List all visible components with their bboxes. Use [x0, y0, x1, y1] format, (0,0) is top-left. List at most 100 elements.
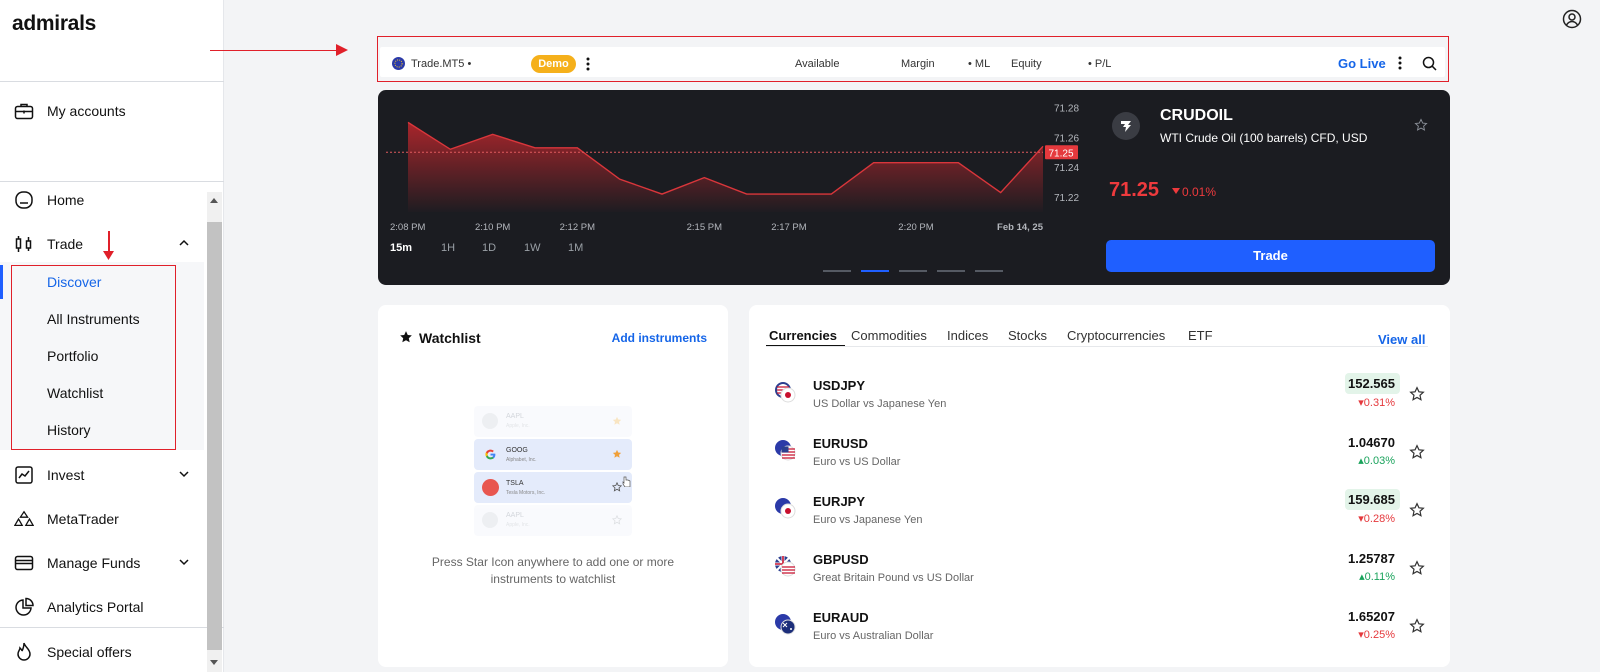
- star-icon[interactable]: [1409, 386, 1425, 402]
- tab-commodities[interactable]: Commodities: [851, 328, 927, 343]
- more-vertical-icon[interactable]: [586, 57, 590, 71]
- price-area: [408, 122, 1043, 212]
- tab-indices[interactable]: Indices: [947, 328, 988, 343]
- preview-ticker: GOOG: [506, 447, 528, 454]
- chevron-up-icon[interactable]: [178, 237, 190, 249]
- preview-company: Alphabet, Inc.: [506, 457, 537, 463]
- search-icon[interactable]: [1422, 56, 1437, 71]
- divider: [0, 81, 224, 82]
- demo-badge: Demo: [531, 55, 576, 73]
- range-15m[interactable]: 15m: [390, 242, 412, 254]
- tesla-logo-icon: [482, 479, 499, 496]
- scroll-up-arrow[interactable]: [210, 198, 218, 203]
- tab-stocks[interactable]: Stocks: [1008, 328, 1047, 343]
- instrument-chart-card: 71.25 71.28 71.26 71.24 71.22 2:08 PM 2:10 PM 2…: [378, 90, 1450, 285]
- change-value: 0.28%: [1363, 513, 1395, 525]
- market-price: 152.565: [1348, 376, 1395, 391]
- sidebar-scrollbar[interactable]: [207, 192, 222, 672]
- tab-currencies[interactable]: Currencies: [769, 328, 837, 343]
- trend-chart-icon: [14, 465, 34, 485]
- nav-label: My accounts: [47, 103, 126, 119]
- preview-company: Tesla Motors, Inc.: [506, 490, 546, 496]
- view-all-link[interactable]: View all: [1378, 332, 1425, 347]
- market-symbol: EURJPY: [813, 494, 866, 509]
- nav-label: Analytics Portal: [47, 599, 144, 615]
- go-live-link[interactable]: Go Live: [1338, 56, 1386, 71]
- more-vertical-icon[interactable]: [1398, 56, 1402, 70]
- nav-label: Home: [47, 192, 85, 208]
- star-icon[interactable]: [1414, 118, 1428, 132]
- watchlist-card: Watchlist Add instruments AAPL Apple, In…: [378, 305, 728, 667]
- nav-trade[interactable]: Trade: [0, 224, 204, 264]
- logo[interactable]: admirals: [12, 12, 96, 36]
- arrow-down-icon: [1172, 188, 1180, 194]
- current-price-label: 71.25: [1048, 148, 1073, 159]
- x-tick-label: 2:08 PM: [390, 222, 425, 233]
- carousel-dot[interactable]: [823, 270, 851, 272]
- add-instruments-link[interactable]: Add instruments: [612, 331, 707, 345]
- nav-label: Invest: [47, 467, 85, 483]
- star-icon: [612, 416, 622, 425]
- annotation-arrowhead: [103, 251, 114, 260]
- star-icon[interactable]: [1409, 618, 1425, 634]
- preview-ticker: AAPL: [506, 413, 524, 420]
- range-1h[interactable]: 1H: [441, 242, 455, 254]
- watchlist-title: Watchlist: [419, 330, 481, 346]
- user-profile-icon[interactable]: [1562, 9, 1582, 29]
- x-tick-label: 2:17 PM: [771, 222, 806, 233]
- nav-metatrader[interactable]: MetaTrader: [0, 499, 204, 539]
- market-symbol: GBPUSD: [813, 552, 869, 567]
- tabs-divider: [766, 346, 1428, 347]
- nav-home[interactable]: Home: [0, 180, 204, 220]
- gbp-usd-flag-icon: [775, 556, 796, 577]
- carousel-dot[interactable]: [937, 270, 965, 272]
- y-tick-label: 71.22: [1054, 193, 1079, 204]
- x-tick-label: 2:12 PM: [560, 222, 595, 233]
- eur-jpy-flag-icon: [775, 498, 796, 519]
- annotation-arrowhead: [336, 44, 348, 56]
- market-description: Euro vs Japanese Yen: [813, 514, 923, 526]
- carousel-dot-active[interactable]: [861, 270, 889, 272]
- flame-icon: [14, 642, 34, 662]
- star-icon[interactable]: [1409, 444, 1425, 460]
- nav-label: Manage Funds: [47, 555, 141, 571]
- nav-label: MetaTrader: [47, 511, 119, 527]
- nav-label: Trade: [47, 236, 84, 252]
- tab-cryptocurrencies[interactable]: Cryptocurrencies: [1067, 328, 1165, 343]
- range-1d[interactable]: 1D: [482, 242, 496, 254]
- instrument-price: 71.25: [1109, 179, 1160, 201]
- home-icon: [14, 190, 34, 210]
- chevron-down-icon[interactable]: [178, 468, 190, 480]
- annotation-box: [11, 265, 176, 450]
- trade-button[interactable]: Trade: [1106, 240, 1435, 272]
- chevron-down-icon[interactable]: [178, 556, 190, 568]
- annotation-arrow: [210, 49, 338, 51]
- nav-analytics-portal[interactable]: Analytics Portal: [0, 587, 204, 627]
- change-value: 0.25%: [1363, 629, 1395, 641]
- eur-aud-flag-icon: [775, 614, 796, 635]
- carousel-dot[interactable]: [975, 270, 1003, 272]
- star-icon[interactable]: [1409, 560, 1425, 576]
- change-value: 0.11%: [1364, 571, 1395, 583]
- watchlist-hint: Press Star Icon anywhere to add one or m…: [431, 555, 675, 586]
- market-symbol: EURUSD: [813, 436, 868, 451]
- range-1w[interactable]: 1W: [524, 242, 541, 254]
- instrument-change: 0.01%: [1182, 185, 1217, 199]
- range-1m[interactable]: 1M: [568, 242, 583, 254]
- nav-special-offers[interactable]: Special offers: [0, 632, 204, 672]
- carousel-dot[interactable]: [899, 270, 927, 272]
- usd-jpy-flag-icon: [775, 382, 796, 403]
- pie-chart-icon: [14, 597, 34, 617]
- star-icon[interactable]: [1409, 502, 1425, 518]
- scroll-down-arrow[interactable]: [210, 660, 218, 665]
- nav-label: Special offers: [47, 644, 132, 660]
- account-name[interactable]: Trade.MT5 •: [411, 58, 471, 70]
- x-tick-label: 2:10 PM: [475, 222, 510, 233]
- x-tick-label: 2:20 PM: [898, 222, 933, 233]
- preview-company: Apple, Inc.: [506, 522, 530, 528]
- nav-invest[interactable]: Invest: [0, 455, 204, 495]
- scroll-thumb[interactable]: [207, 222, 222, 650]
- nav-my-accounts[interactable]: My accounts: [0, 91, 204, 131]
- tab-etf[interactable]: ETF: [1188, 328, 1213, 343]
- nav-manage-funds[interactable]: Manage Funds: [0, 543, 204, 583]
